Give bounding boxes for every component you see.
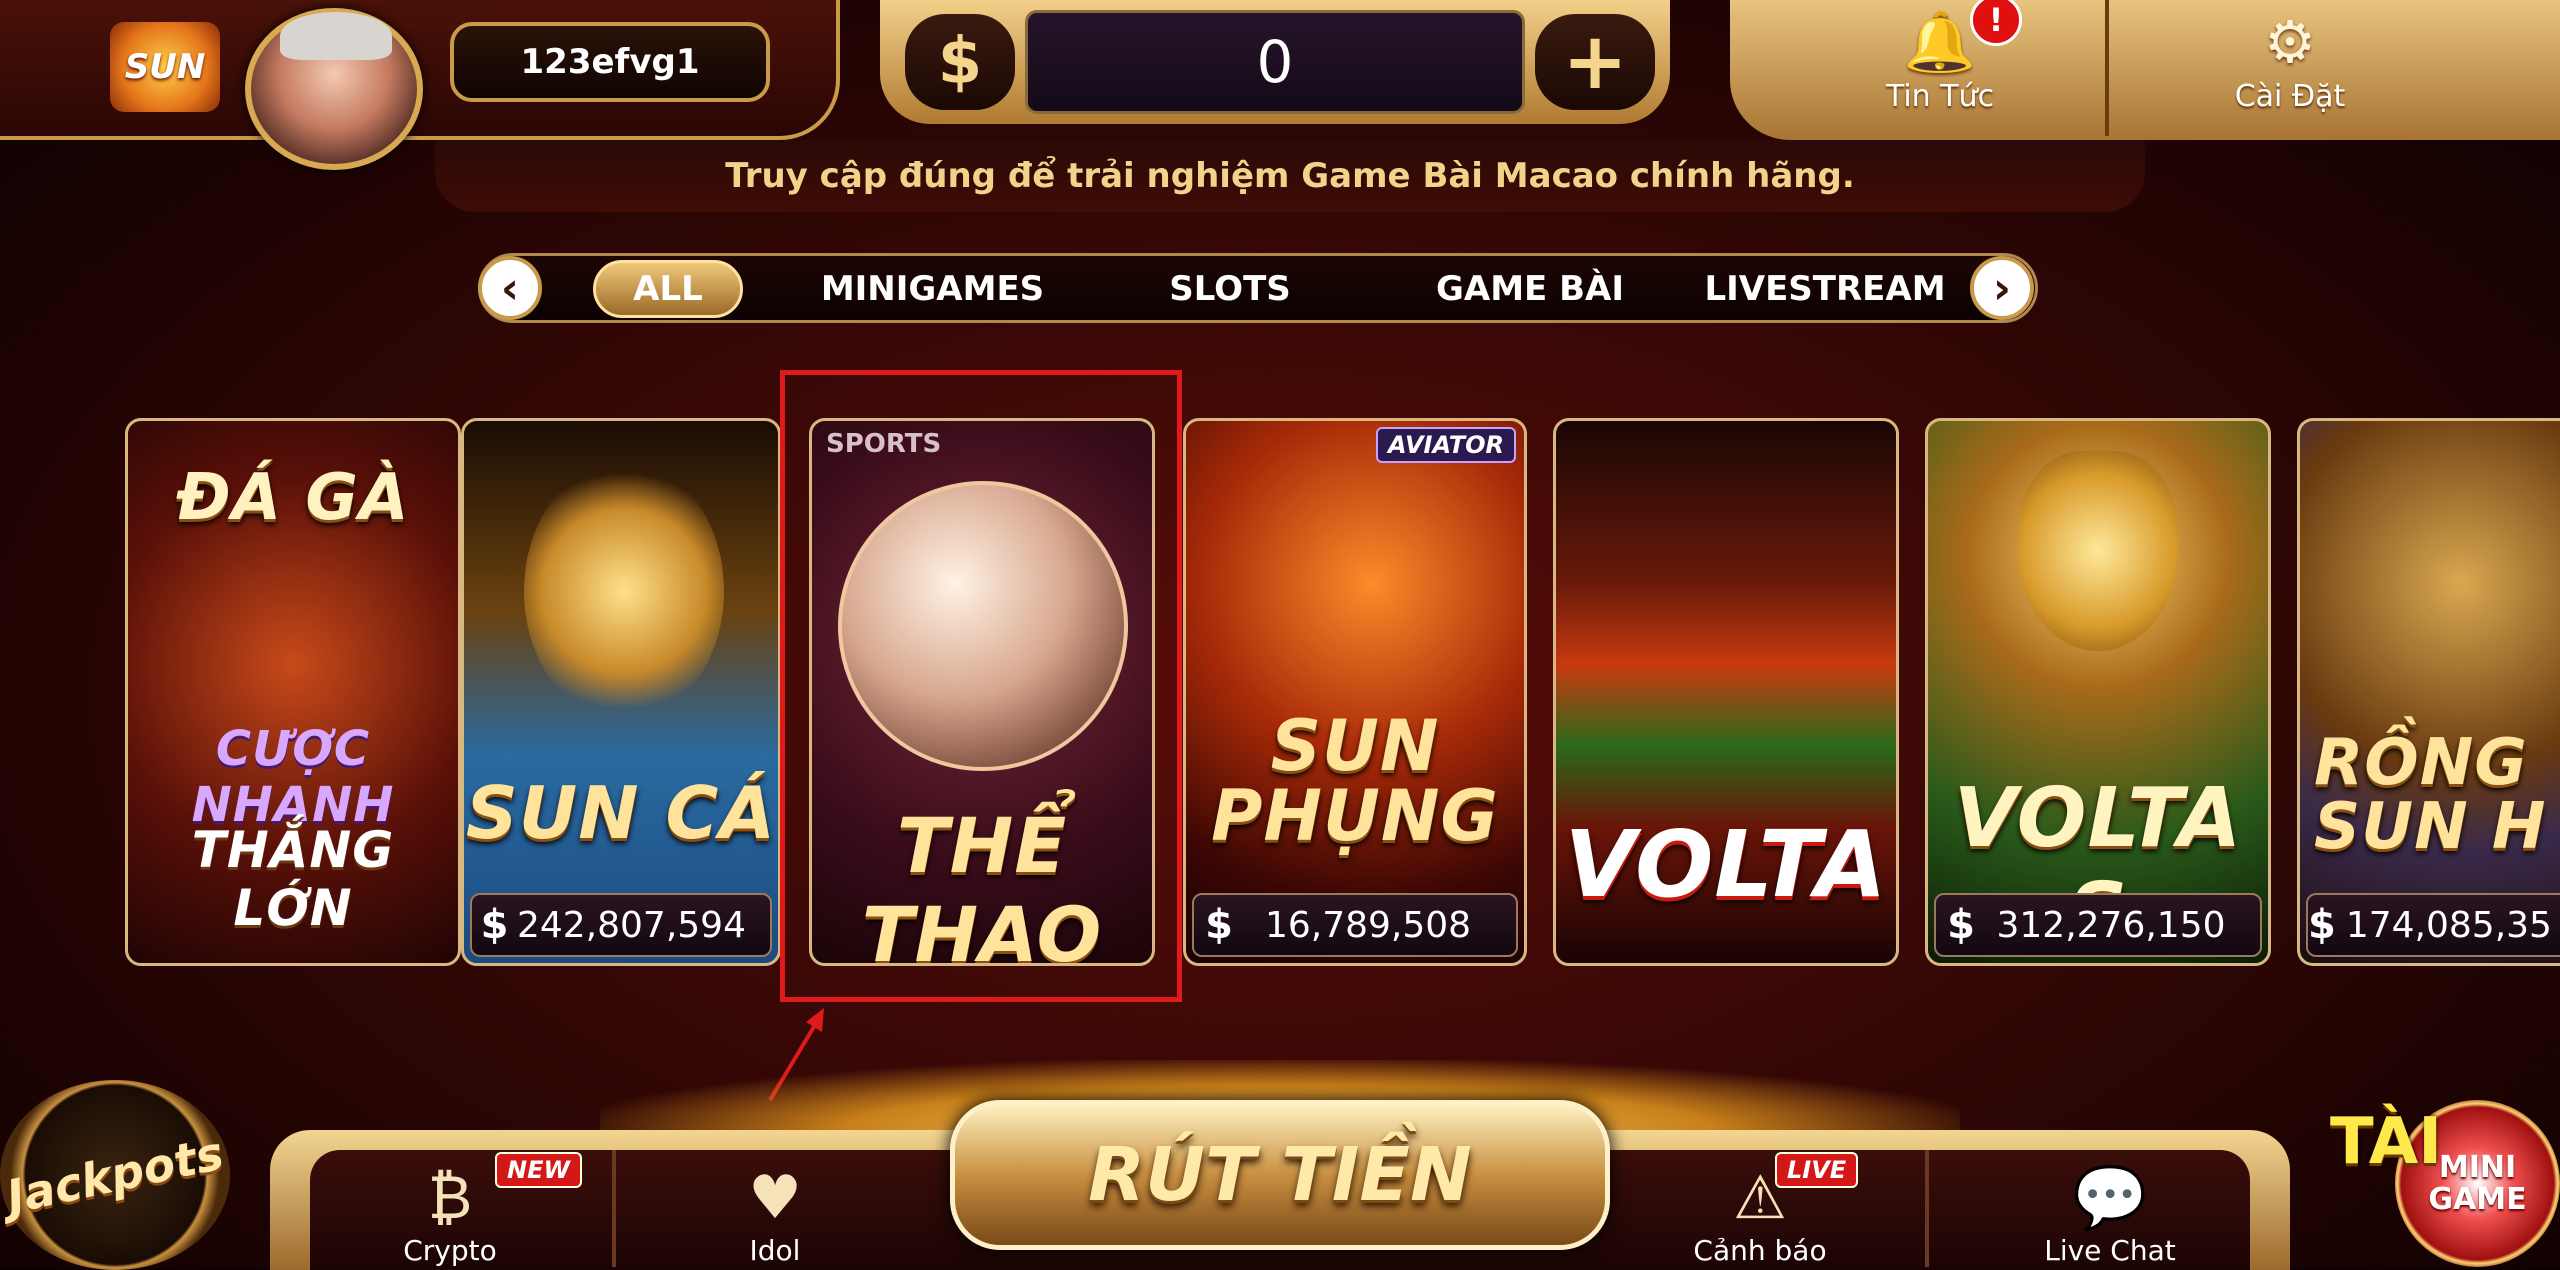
notice-banner: Truy cập đúng để trải nghiệm Game Bài Ma… (435, 140, 2145, 212)
trophy-icon (2018, 451, 2178, 651)
sun-ca-jackpot: $ 242,807,594 (470, 893, 772, 957)
game-card-sun-phung[interactable]: AVIATOR SUN PHỤNG $ 16,789,508 (1183, 418, 1527, 966)
sun-ca-jackpot-value: 242,807,594 (516, 904, 746, 946)
live-tag: LIVE (1775, 1152, 1859, 1188)
bitcoin-icon: ₿ (427, 1163, 473, 1233)
jackpots-label: Jackpots (1, 1125, 229, 1225)
game-card-volta[interactable]: VOLTA (1553, 418, 1899, 966)
game-card-da-ga[interactable]: ĐÁ GÀ CƯỢC NHANH THẮNG LỚN (125, 418, 461, 966)
rong-sun-jackpot: $ 174,085,35 (2306, 893, 2560, 957)
sun-logo[interactable]: SUN (110, 22, 220, 112)
game-card-rong-sun[interactable]: RỒNG SUN H $ 174,085,35 (2297, 418, 2560, 966)
settings-label: Cài Đặt (2234, 79, 2346, 114)
avatar-hat (280, 12, 392, 60)
withdraw-button[interactable]: RÚT TIỀN (950, 1100, 1610, 1250)
username-display[interactable]: 123efvg1 (450, 22, 770, 102)
news-label: Tin Tức (1885, 79, 1995, 114)
live-chat-label: Live Chat (2044, 1234, 2176, 1267)
volta-title: VOLTA (1564, 811, 1888, 918)
balance-value: 0 (1025, 10, 1525, 114)
dollar-icon: $ (1947, 902, 1975, 948)
chat-icon: 💬 (2072, 1163, 2148, 1233)
da-ga-subtitle: CƯỢC NHANH (191, 721, 395, 833)
top-divider (2105, 0, 2109, 136)
da-ga-title: ĐÁ GÀ (176, 461, 410, 535)
tabs-next-button[interactable]: › (1970, 256, 2034, 320)
dollar-icon: $ (480, 902, 509, 948)
deposit-plus-button[interactable]: + (1535, 14, 1655, 110)
volta-s-jackpot: $ 312,276,150 (1934, 893, 2262, 957)
tab-slots[interactable]: SLOTS (1150, 260, 1310, 318)
bottom-divider (1925, 1150, 1929, 1267)
rong-sun-title: RỒNG SUN H (2314, 726, 2547, 864)
new-tag: NEW (495, 1152, 582, 1188)
crypto-label: Crypto (403, 1234, 497, 1267)
dollar-icon: $ (2308, 902, 2336, 948)
gear-icon: ⚙ (2264, 8, 2316, 76)
sun-phung-jackpot: $ 16,789,508 (1192, 893, 1518, 957)
game-card-volta-s[interactable]: VOLTA S $ 312,276,150 (1925, 418, 2271, 966)
bell-icon: 🔔 (1903, 8, 1977, 76)
bottom-divider (612, 1150, 616, 1267)
heart-icon: ♥ (748, 1163, 802, 1233)
dollar-icon: $ (1205, 902, 1233, 948)
tab-game-bai[interactable]: GAME BÀI (1430, 260, 1630, 318)
tabs-prev-button[interactable]: ‹ (478, 256, 542, 320)
jackpots-button[interactable]: Jackpots (0, 1080, 230, 1270)
aviator-badge: AVIATOR (1376, 427, 1516, 463)
selection-highlight-box (780, 370, 1182, 1002)
tab-livestream[interactable]: LIVESTREAM (1704, 260, 1945, 318)
news-button[interactable]: 🔔 Tin Tức (1820, 0, 2060, 136)
rong-sun-jackpot-value: 174,085,35 (2345, 904, 2552, 946)
idol-button[interactable]: ♥ Idol (705, 1150, 845, 1267)
settings-button[interactable]: ⚙ Cài Đặt (2170, 0, 2410, 136)
dragon-icon (524, 461, 724, 721)
tai-label: TÀI (2330, 1105, 2443, 1179)
live-chat-button[interactable]: 💬 Live Chat (2020, 1150, 2200, 1267)
warning-label: Cảnh báo (1693, 1234, 1827, 1267)
sun-phung-jackpot-value: 16,789,508 (1264, 904, 1472, 946)
da-ga-slogan: THẮNG LỚN (191, 821, 395, 937)
dollar-icon: $ (905, 14, 1015, 110)
idol-label: Idol (749, 1234, 801, 1267)
withdraw-label: RÚT TIỀN (1088, 1132, 1472, 1218)
game-card-sun-ca[interactable]: SUN CÁ $ 242,807,594 (461, 418, 781, 966)
tab-all[interactable]: ALL (593, 260, 743, 318)
sun-phung-title: SUN PHỤNG (1211, 705, 1499, 857)
volta-s-jackpot-value: 312,276,150 (1996, 904, 2226, 946)
sun-ca-title: SUN CÁ (465, 771, 777, 855)
tab-minigames[interactable]: MINIGAMES (820, 260, 1045, 318)
logo-text: SUN (124, 47, 206, 87)
